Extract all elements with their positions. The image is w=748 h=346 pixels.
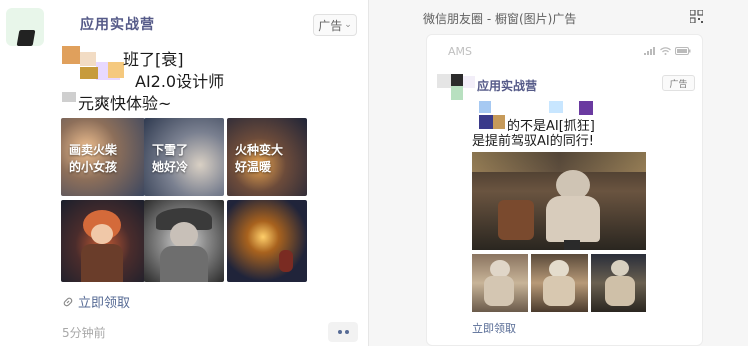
cat-coat xyxy=(605,276,635,306)
pixel-mask xyxy=(451,86,463,100)
panel-divider xyxy=(368,0,369,346)
brand-name[interactable]: 应用实战营 xyxy=(477,77,537,94)
tile-caption: 下雪了 她好冷 xyxy=(152,143,189,174)
tile-figure xyxy=(279,250,293,272)
image-tile[interactable] xyxy=(61,200,145,282)
ad-label: 广告 xyxy=(318,18,343,33)
link-icon xyxy=(63,297,73,306)
thumb-image[interactable] xyxy=(531,254,588,312)
wifi-icon xyxy=(660,47,671,55)
pixel-mask xyxy=(80,67,98,79)
signal-icon xyxy=(644,47,655,55)
cat-head xyxy=(611,260,629,276)
image-tile[interactable]: 下雪了 她好冷 xyxy=(144,118,224,196)
image-tile[interactable]: 火种变大 好温暖 xyxy=(227,118,307,196)
tile-figure xyxy=(81,244,123,282)
pixel-mask xyxy=(549,101,563,113)
chevron-down-icon: ⌄ xyxy=(344,20,352,30)
image-light xyxy=(472,152,646,172)
ad-text-line1: 班了[衰] xyxy=(123,50,184,69)
tile-figure xyxy=(91,224,113,244)
pixel-mask xyxy=(451,74,463,86)
claim-link[interactable]: 立即领取 xyxy=(62,292,130,311)
thumb-image[interactable] xyxy=(591,254,646,312)
pixel-mask xyxy=(493,115,505,129)
thumb-image[interactable] xyxy=(472,254,528,312)
ad-text-line2: 是提前驾驭AI的同行! xyxy=(472,134,594,149)
suitcase xyxy=(498,200,534,240)
brand-name[interactable]: 应用实战营 xyxy=(80,14,155,34)
pixel-mask xyxy=(62,46,80,64)
cat-boots xyxy=(564,240,580,250)
pixel-mask xyxy=(108,62,124,78)
cat-coat xyxy=(543,276,575,306)
pixel-mask xyxy=(80,52,96,66)
ad-tag-button[interactable]: 广告 xyxy=(662,75,695,91)
more-dots-icon[interactable] xyxy=(328,322,358,342)
preview-title: 微信朋友圈 - 橱窗(图片)广告 xyxy=(423,12,577,26)
dot xyxy=(337,330,342,334)
cat-coat xyxy=(484,276,514,306)
claim-link-label: 立即领取 xyxy=(78,296,131,311)
pixel-mask xyxy=(463,76,475,88)
post-time: 5分钟前 xyxy=(62,326,106,340)
pixel-mask xyxy=(437,74,451,88)
main-ad-image[interactable] xyxy=(472,152,646,250)
status-icons xyxy=(644,47,691,55)
tile-figure xyxy=(170,222,198,248)
claim-link[interactable]: 立即领取 xyxy=(472,320,516,336)
pixel-mask xyxy=(479,101,491,113)
status-bar-carrier: AMS xyxy=(448,45,472,58)
pixel-mask xyxy=(479,115,493,129)
battery-icon xyxy=(675,47,691,55)
tile-figure xyxy=(160,246,208,282)
pixel-mask xyxy=(62,92,76,102)
ad-text-line2: AI2.0设计师 xyxy=(135,72,225,91)
qr-code-icon[interactable] xyxy=(690,10,703,23)
dot xyxy=(344,330,349,334)
image-tile[interactable]: 画卖火柴 的小女孩 xyxy=(61,118,145,196)
cat-coat xyxy=(546,196,600,242)
image-tile[interactable] xyxy=(227,200,307,282)
pixel-mask xyxy=(579,101,593,115)
ad-text-line3: 元爽快体验~ xyxy=(78,94,172,113)
tile-caption: 火种变大 好温暖 xyxy=(235,143,284,174)
ad-label: 广告 xyxy=(669,79,688,90)
image-tile[interactable] xyxy=(144,200,224,282)
avatar-mark xyxy=(16,30,36,46)
ad-tag-button[interactable]: 广告 ⌄ xyxy=(313,14,357,36)
tile-caption: 画卖火柴 的小女孩 xyxy=(69,143,118,174)
